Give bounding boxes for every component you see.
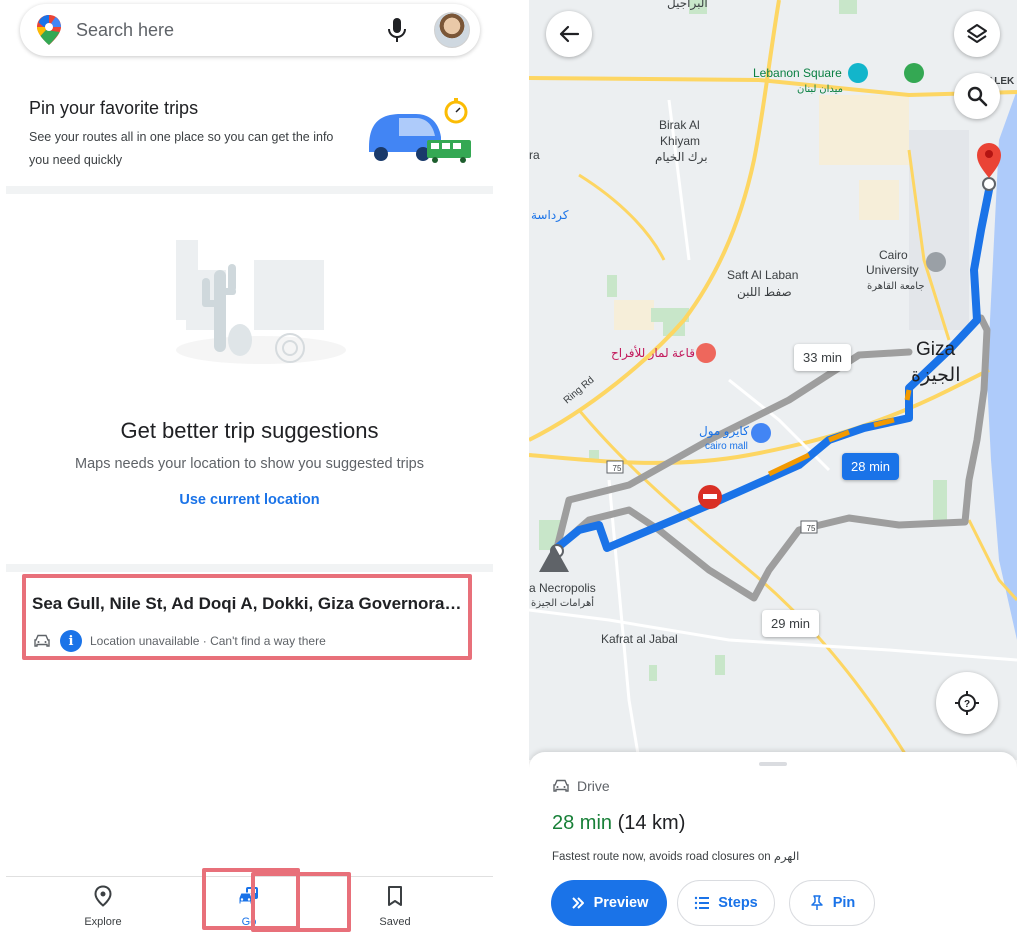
pin-button[interactable]: Pin bbox=[789, 880, 875, 926]
layers-button[interactable] bbox=[954, 11, 1000, 57]
sheet-drag-handle[interactable] bbox=[759, 762, 787, 766]
nav-explore-label: Explore bbox=[84, 916, 122, 928]
empty-state-headline: Get better trip suggestions bbox=[120, 418, 379, 443]
map-label-saft-al-laban: Saft Al Laban bbox=[727, 268, 799, 282]
route-time-alt-29[interactable]: 29 min bbox=[762, 610, 820, 637]
directions-panel: البراجيل Lebanon Square ميدان لبنان ALEK… bbox=[529, 0, 1017, 934]
my-location-button[interactable]: ? bbox=[936, 672, 998, 734]
travel-mode: Drive bbox=[553, 778, 610, 794]
map-label-giza: Giza bbox=[916, 339, 956, 360]
preview-label: Preview bbox=[593, 895, 649, 911]
map-label-birak-ar: برك الخيام bbox=[655, 150, 708, 164]
eta-time: 28 min bbox=[552, 812, 613, 834]
section-divider bbox=[6, 564, 493, 572]
map-search-button[interactable] bbox=[954, 73, 1000, 119]
road-shield-75a: 75 bbox=[612, 464, 622, 473]
saved-trip-card[interactable]: Sea Gull, Nile St, Ad Doqi A, Dokki, Giz… bbox=[22, 574, 472, 660]
travel-mode-label: Drive bbox=[577, 778, 610, 794]
pin-label: Pin bbox=[832, 895, 856, 911]
svg-text:?: ? bbox=[964, 699, 970, 710]
route-eta: 28 min (14 km) bbox=[552, 812, 685, 835]
map-label-ra: ra bbox=[529, 148, 540, 162]
account-avatar[interactable] bbox=[434, 12, 470, 48]
map-label-giza-ar: الجيزة bbox=[911, 365, 961, 386]
car-bus-illustration-icon bbox=[369, 98, 471, 163]
route-note: Fastest route now, avoids road closures … bbox=[552, 851, 800, 863]
search-placeholder[interactable]: Search here bbox=[76, 20, 386, 41]
map-label-necropolis-ar: أهرامات الجيزة bbox=[531, 598, 594, 609]
nav-saved-label: Saved bbox=[379, 916, 411, 928]
eta-distance: (14 km) bbox=[617, 812, 686, 834]
go-tab-panel: Search here Pin your favorite trips See … bbox=[6, 0, 493, 934]
pin-button-highlight bbox=[251, 872, 351, 932]
map-label-karadasa: كرداسة bbox=[531, 208, 569, 222]
list-icon bbox=[695, 896, 710, 910]
route-time-alt-33[interactable]: 33 min bbox=[794, 344, 852, 371]
steps-label: Steps bbox=[718, 895, 758, 911]
map-label-cairo-mall: cairo mall bbox=[705, 441, 748, 452]
map-label-venue: قاعة لمار للأفراح bbox=[611, 346, 695, 360]
map-label-saft-al-laban-ar: صفط اللبن bbox=[737, 285, 792, 299]
map-label-top: البراجيل bbox=[667, 0, 708, 10]
map-label-birak-1: Birak Al bbox=[659, 118, 700, 132]
steps-button[interactable]: Steps bbox=[677, 880, 775, 926]
route-time-primary-28[interactable]: 28 min bbox=[842, 453, 900, 480]
map-label-birak-2: Khiyam bbox=[660, 134, 701, 148]
map-label-lebanon-square: Lebanon Square bbox=[753, 66, 842, 80]
pin-trips-promo: Pin your favorite trips See your routes … bbox=[6, 70, 493, 186]
preview-button[interactable]: Preview bbox=[551, 880, 667, 926]
map-label-cairo-uni-ar: جامعة القاهرة bbox=[867, 281, 925, 292]
trip-destination-address: Sea Gull, Nile St, Ad Doqi A, Dokki, Giz… bbox=[32, 594, 464, 613]
layers-icon bbox=[967, 24, 987, 43]
map-label-cairo-mall-ar: كايرو مول bbox=[699, 424, 749, 438]
empty-state-subtext: Maps needs your location to show you sug… bbox=[74, 456, 424, 472]
promo-description: See your routes all in one place so you … bbox=[29, 130, 334, 167]
microphone-icon[interactable] bbox=[386, 17, 408, 43]
map-label-cairo-uni-2: University bbox=[866, 263, 919, 277]
nav-saved[interactable]: Saved bbox=[355, 885, 435, 928]
map-label-necropolis: a Necropolis bbox=[529, 581, 596, 595]
car-icon bbox=[34, 634, 50, 647]
map-label-cairo-uni-1: Cairo bbox=[879, 248, 908, 262]
search-icon bbox=[967, 86, 988, 107]
double-chevron-icon bbox=[571, 897, 584, 909]
search-bar[interactable]: Search here bbox=[20, 4, 480, 56]
use-current-location-link[interactable]: Use current location bbox=[6, 492, 493, 508]
desert-cactus-illustration-icon bbox=[176, 240, 346, 364]
car-icon bbox=[553, 779, 569, 792]
location-pin-icon bbox=[94, 885, 112, 907]
pushpin-icon bbox=[810, 895, 823, 910]
back-button[interactable] bbox=[546, 11, 592, 57]
nav-explore[interactable]: Explore bbox=[63, 885, 143, 928]
location-unknown-icon: ? bbox=[955, 691, 979, 715]
bookmark-icon bbox=[388, 886, 402, 906]
trip-status-row: i Location unavailable · Can't find a wa… bbox=[34, 630, 326, 652]
google-maps-logo-icon bbox=[37, 15, 61, 45]
directions-bottom-sheet: Drive 28 min (14 km) Fastest route now, … bbox=[529, 752, 1017, 934]
road-shield-75b: 75 bbox=[806, 524, 816, 533]
trip-status-text: Location unavailable · Can't find a way … bbox=[90, 634, 326, 648]
map-label-lebanon-square-ar: ميدان لبنان bbox=[797, 84, 843, 95]
section-divider bbox=[6, 186, 493, 194]
info-icon: i bbox=[60, 630, 82, 652]
trip-suggestions-empty-state: Get better trip suggestions Maps needs y… bbox=[6, 194, 493, 564]
arrow-back-icon bbox=[559, 25, 580, 43]
promo-title: Pin your favorite trips bbox=[29, 98, 199, 118]
map-label-kafrat: Kafrat al Jabal bbox=[601, 632, 678, 646]
